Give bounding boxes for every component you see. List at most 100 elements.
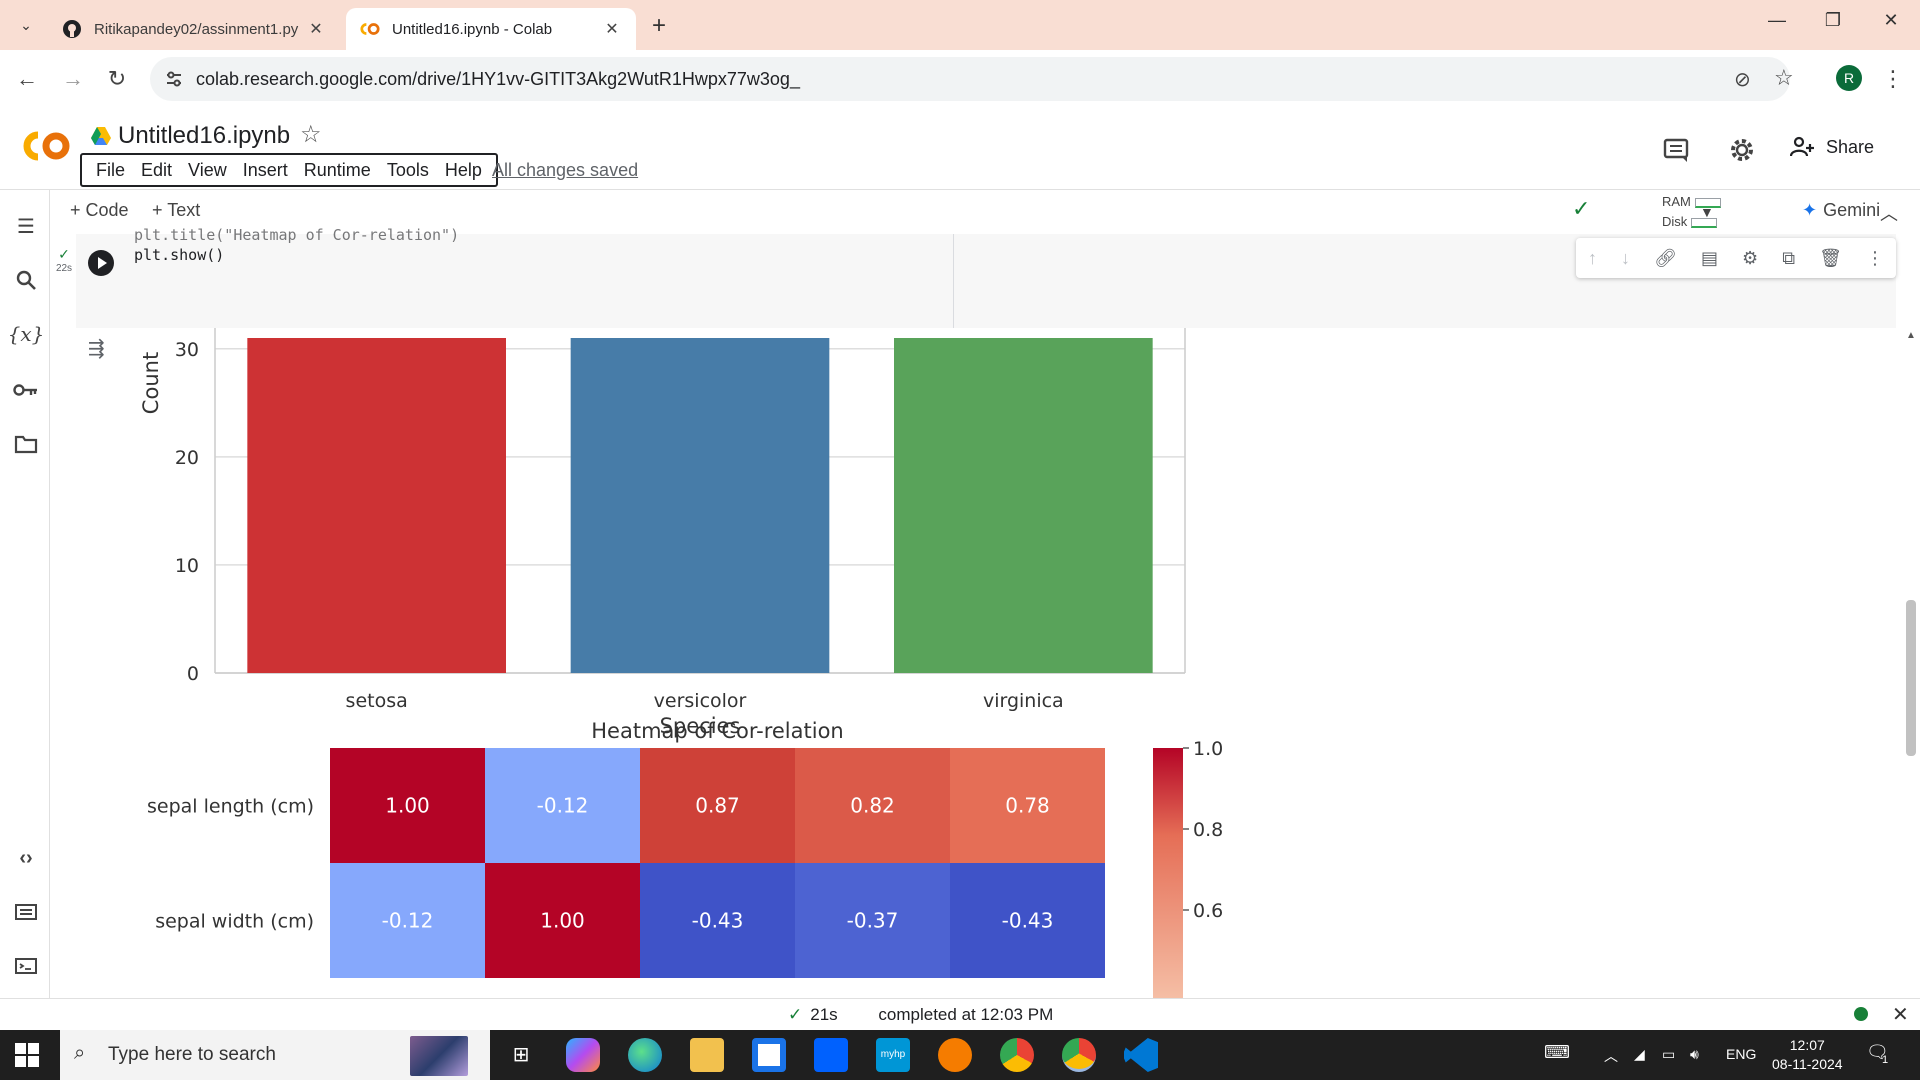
chrome-profile-icon[interactable]	[1062, 1038, 1096, 1072]
dropbox-icon[interactable]	[814, 1038, 848, 1072]
add-text-button[interactable]: + Text	[152, 200, 200, 221]
scrollbar-thumb[interactable]	[1906, 600, 1916, 756]
heatmap-colorbar	[1153, 748, 1183, 998]
collapse-header-icon[interactable]: ︿	[1880, 200, 1898, 226]
run-cell-button[interactable]	[88, 250, 114, 276]
star-notebook-icon[interactable]: ☆	[300, 120, 322, 149]
settings-gear-icon[interactable]	[1728, 136, 1758, 166]
myhp-icon[interactable]: myhp	[876, 1038, 910, 1072]
comments-icon[interactable]	[1662, 136, 1692, 166]
menu-view[interactable]: View	[188, 160, 227, 181]
keyboard-icon[interactable]: ⌨	[1544, 1042, 1570, 1063]
terminal-icon[interactable]	[12, 952, 40, 980]
tab-search-dropdown-icon[interactable]: ⌄	[12, 11, 40, 39]
notebook-title[interactable]: Untitled16.ipynb	[118, 122, 290, 150]
browser-menu-icon[interactable]: ⋮	[1880, 66, 1906, 92]
menu-runtime[interactable]: Runtime	[304, 160, 371, 181]
minimize-icon[interactable]: —	[1762, 10, 1792, 31]
add-comment-icon[interactable]: ▤	[1701, 248, 1718, 269]
microsoft-store-icon[interactable]	[752, 1038, 786, 1072]
share-button[interactable]: Share	[1790, 136, 1874, 158]
bar-xtick-label: versicolor	[654, 690, 747, 712]
table-of-contents-icon[interactable]: ☰	[12, 212, 40, 240]
site-info-icon[interactable]	[164, 69, 184, 89]
show-hidden-icons-icon[interactable]: ︿	[1604, 1046, 1618, 1066]
secrets-key-icon[interactable]	[12, 376, 40, 404]
variables-icon[interactable]: {x}	[8, 320, 45, 348]
close-window-icon[interactable]: ✕	[1876, 10, 1906, 31]
menu-edit[interactable]: Edit	[141, 160, 172, 181]
colorbar-tick-label: 0.6	[1193, 900, 1223, 922]
battery-icon[interactable]: ▭	[1662, 1046, 1675, 1063]
colab-header: Untitled16.ipynb ☆ File Edit View Insert…	[0, 108, 1920, 190]
close-tab-icon[interactable]: ✕	[306, 19, 326, 39]
reload-icon[interactable]: ↻	[104, 66, 130, 92]
close-tab-icon[interactable]: ✕	[602, 19, 622, 39]
bar-y-axis-label: Count	[139, 352, 163, 414]
more-actions-icon[interactable]: ⋮	[1866, 248, 1884, 269]
new-tab-button[interactable]: +	[652, 12, 666, 40]
chrome-icon[interactable]	[1000, 1038, 1034, 1072]
network-icon[interactable]: ◢	[1634, 1046, 1645, 1063]
move-cell-up-icon[interactable]: ↑	[1588, 248, 1597, 269]
tab-github[interactable]: Ritikapandey02/assinment1.py ✕	[48, 8, 340, 50]
delete-cell-icon[interactable]: 🗑︎	[1819, 248, 1842, 269]
colab-logo[interactable]	[18, 128, 74, 164]
heatmap-cell-label: 1.00	[385, 794, 430, 818]
bar-xtick-label: setosa	[346, 690, 408, 712]
notebook-cells: ✓ 22s plt.title("Heatmap of Cor-relation…	[56, 226, 1896, 998]
edge-icon[interactable]	[628, 1038, 662, 1072]
runtime-dropdown-icon[interactable]: ▼	[1700, 204, 1714, 220]
save-status[interactable]: All changes saved	[492, 160, 638, 181]
heatmap-cell-label: 0.87	[695, 794, 740, 818]
search-icon[interactable]	[12, 266, 40, 294]
menu-help[interactable]: Help	[445, 160, 482, 181]
scrollbar[interactable]: ▲	[1904, 326, 1918, 998]
colab-icon	[360, 19, 380, 39]
link-to-cell-icon[interactable]: 🔗︎	[1654, 248, 1677, 269]
move-cell-down-icon[interactable]: ↓	[1621, 248, 1630, 269]
code-editor[interactable]: plt.title("Heatmap of Cor-relation") plt…	[126, 226, 954, 328]
bar-ytick-label: 30	[175, 339, 199, 361]
restore-icon[interactable]: ❐	[1818, 10, 1848, 31]
close-status-icon[interactable]: ✕	[1892, 1002, 1909, 1027]
scroll-up-icon[interactable]: ▲	[1906, 330, 1916, 341]
search-highlight-image	[410, 1036, 468, 1076]
google-drive-icon[interactable]	[90, 126, 112, 151]
vscode-icon[interactable]	[1124, 1038, 1158, 1072]
profile-avatar[interactable]: R	[1836, 65, 1862, 91]
code-snippets-icon[interactable]: ‹›	[12, 844, 40, 872]
back-icon[interactable]: ←	[14, 66, 40, 92]
taskbar-search[interactable]: ⌕ Type here to search	[60, 1030, 490, 1080]
cell-settings-icon[interactable]: ⚙	[1742, 248, 1758, 269]
tab-colab[interactable]: Untitled16.ipynb - Colab ✕	[346, 8, 636, 50]
menu-insert[interactable]: Insert	[243, 160, 288, 181]
menu-tools[interactable]: Tools	[387, 160, 429, 181]
clock-time: 12:07	[1789, 1037, 1825, 1053]
omnibox[interactable]: colab.research.google.com/drive/1HY1vv-G…	[150, 57, 1794, 101]
volume-icon[interactable]: 🔊︎	[1690, 1046, 1699, 1063]
browser-tab-bar: ⌄ Ritikapandey02/assinment1.py ✕ Untitle…	[0, 0, 1920, 50]
file-explorer-icon[interactable]	[690, 1038, 724, 1072]
files-folder-icon[interactable]	[12, 430, 40, 458]
gemini-sparkle-icon: ✦	[1802, 200, 1818, 220]
copilot-icon[interactable]	[566, 1038, 600, 1072]
connected-check-icon: ✓	[1572, 196, 1591, 221]
add-code-button[interactable]: + Code	[70, 200, 129, 221]
mirror-cell-icon[interactable]: ⧉	[1782, 248, 1795, 269]
menu-file[interactable]: File	[96, 160, 125, 181]
input-language[interactable]: ENG	[1726, 1046, 1756, 1062]
execution-status-text[interactable]: ✓ 21s completed at 12:03 PM	[788, 1005, 1053, 1025]
task-view-icon[interactable]: ⊞	[504, 1038, 538, 1072]
taskbar-clock[interactable]: 12:07 08-11-2024	[1772, 1036, 1843, 1074]
command-palette-icon[interactable]	[12, 898, 40, 926]
clock-date: 08-11-2024	[1772, 1056, 1843, 1072]
windows-start-icon[interactable]	[14, 1042, 40, 1068]
forward-icon[interactable]: →	[60, 66, 86, 92]
brave-icon[interactable]	[938, 1038, 972, 1072]
cell-output: ⇶ 0 10 20 30 setosa versicolor virginica Specie…	[76, 328, 1896, 998]
bookmark-star-icon[interactable]: ☆	[1774, 65, 1794, 91]
heatmap-cell-label: -0.43	[1002, 909, 1054, 933]
gemini-button[interactable]: ✦ Gemini	[1802, 200, 1880, 221]
cast-off-icon[interactable]: ⊘	[1734, 67, 1751, 92]
